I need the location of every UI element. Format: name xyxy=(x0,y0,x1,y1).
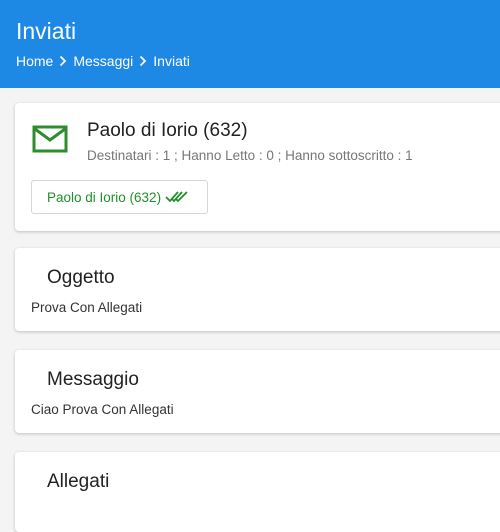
subject-card: Oggetto Prova Con Allegati xyxy=(15,248,500,331)
app-header: Inviati Home Messaggi Inviati xyxy=(0,0,500,88)
page-title: Inviati xyxy=(16,18,77,44)
breadcrumb: Home Messaggi Inviati xyxy=(16,53,190,69)
message-value: Ciao Prova Con Allegati xyxy=(31,402,174,417)
message-card: Messaggio Ciao Prova Con Allegati xyxy=(15,350,500,433)
sender-name: Paolo di Iorio (632) xyxy=(87,120,248,141)
sender-stats: Destinatari : 1 ; Hanno Letto : 0 ; Hann… xyxy=(87,148,413,163)
double-check-icon xyxy=(165,191,188,203)
breadcrumb-inviati: Inviati xyxy=(153,53,190,69)
recipient-chip-label: Paolo di Iorio (632) xyxy=(47,189,162,205)
chevron-right-icon xyxy=(60,55,67,67)
attachments-title: Allegati xyxy=(47,471,110,492)
subject-value: Prova Con Allegati xyxy=(31,300,143,315)
breadcrumb-home[interactable]: Home xyxy=(16,53,53,69)
mail-icon xyxy=(32,125,68,153)
sender-card: Paolo di Iorio (632) Destinatari : 1 ; H… xyxy=(15,103,500,231)
chevron-right-icon xyxy=(140,55,147,67)
message-title: Messaggio xyxy=(47,369,139,390)
attachments-card: Allegati xyxy=(15,452,500,532)
breadcrumb-messaggi[interactable]: Messaggi xyxy=(73,53,133,69)
subject-title: Oggetto xyxy=(47,267,115,288)
recipient-chip[interactable]: Paolo di Iorio (632) xyxy=(31,180,208,214)
